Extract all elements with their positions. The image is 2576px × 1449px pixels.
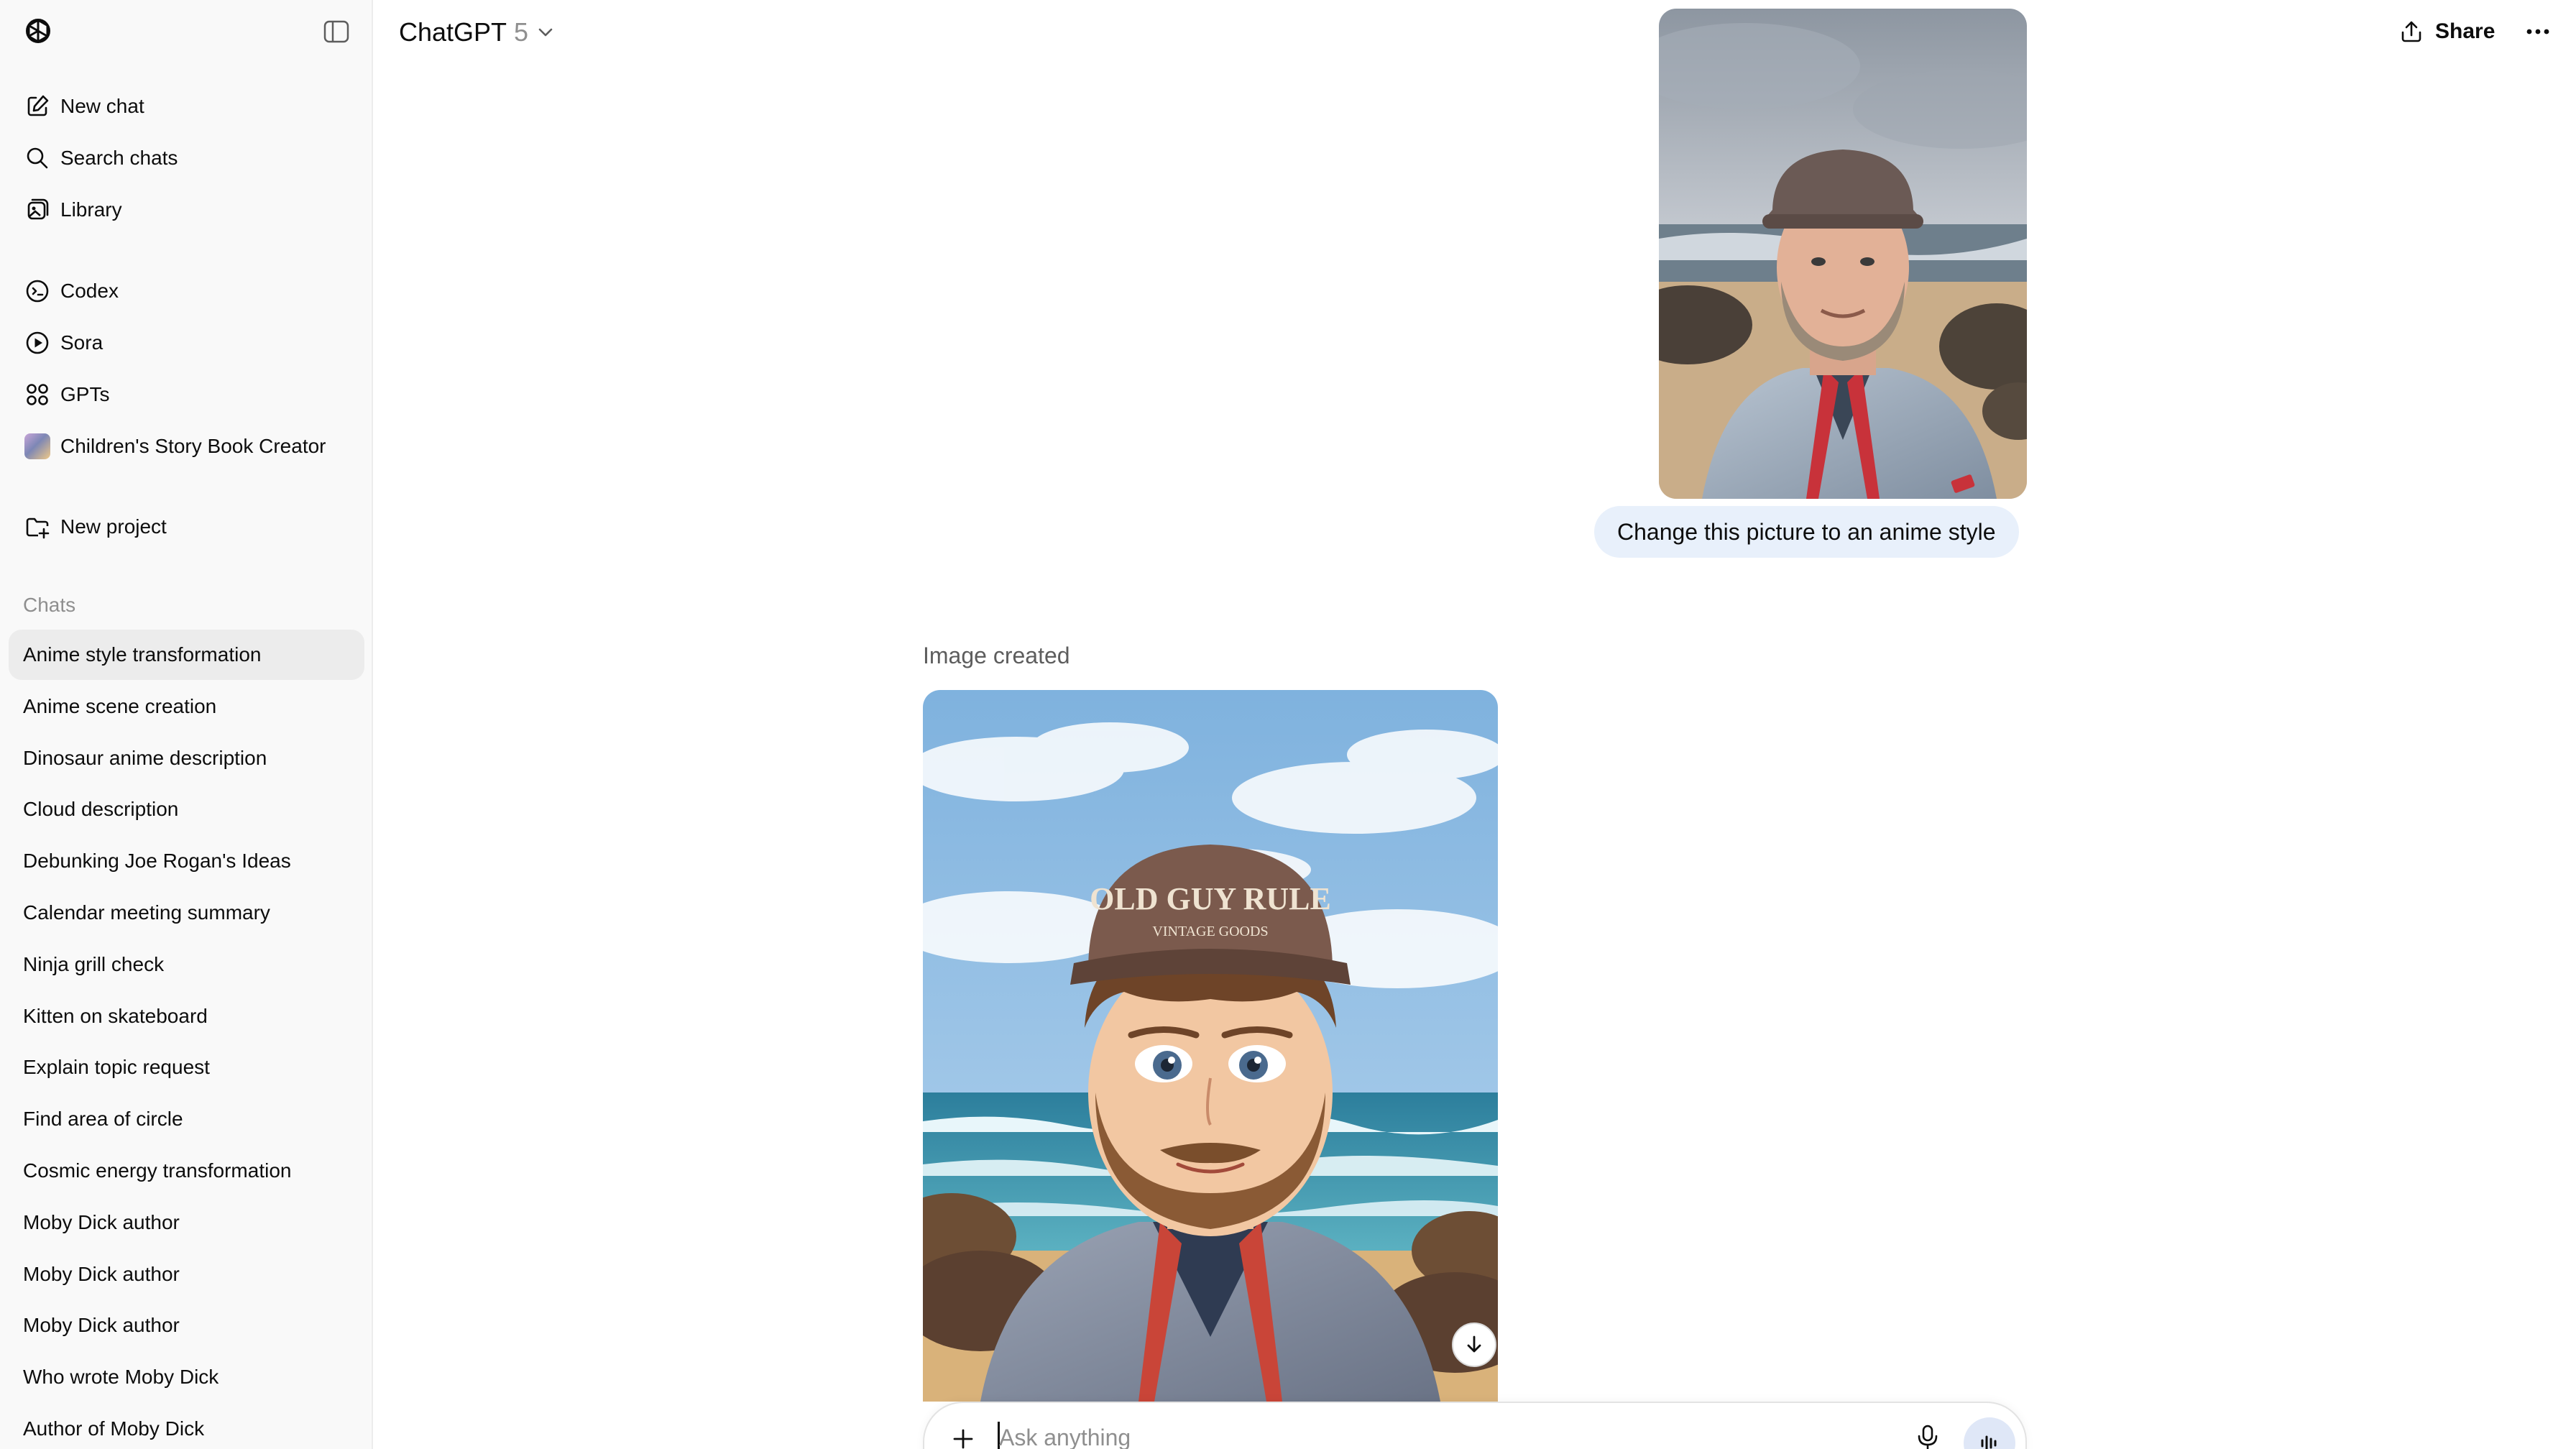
chat-history-item[interactable]: Author of Moby Dick bbox=[9, 1404, 364, 1449]
arrow-down-icon bbox=[1467, 1335, 1481, 1353]
sora-button[interactable]: Sora bbox=[9, 318, 364, 368]
generated-anime-image[interactable]: OLD GUY RULE VINTAGE GOODS bbox=[923, 690, 1498, 1402]
more-options-icon[interactable] bbox=[2521, 17, 2554, 46]
library-icon bbox=[23, 196, 52, 224]
voice-mode-button[interactable] bbox=[1964, 1417, 2015, 1449]
search-chats-button[interactable]: Search chats bbox=[9, 133, 364, 183]
chat-history-item[interactable]: Find area of circle bbox=[9, 1094, 364, 1144]
sidebar-toggle-icon[interactable] bbox=[323, 20, 349, 43]
codex-icon bbox=[23, 277, 52, 305]
share-button[interactable]: Share bbox=[2399, 14, 2495, 49]
nav-label: Children's Story Book Creator bbox=[60, 435, 326, 457]
nav-label: Search chats bbox=[60, 147, 178, 169]
chat-history-item[interactable]: Moby Dick author bbox=[9, 1197, 364, 1248]
chat-history-item[interactable]: Moby Dick author bbox=[9, 1300, 364, 1351]
cap-text-line2: VINTAGE GOODS bbox=[1152, 924, 1268, 939]
user-uploaded-photo[interactable] bbox=[1659, 9, 2027, 499]
ask-anything-input[interactable] bbox=[999, 1419, 1862, 1449]
search-icon bbox=[23, 144, 52, 172]
chat-history-item[interactable]: Anime style transformation bbox=[9, 630, 364, 680]
plus-icon[interactable] bbox=[950, 1426, 976, 1449]
chat-history-item[interactable]: Calendar meeting summary bbox=[9, 888, 364, 938]
codex-button[interactable]: Codex bbox=[9, 266, 364, 316]
folder-plus-icon bbox=[23, 512, 52, 541]
chat-history-item[interactable]: Anime scene creation bbox=[9, 681, 364, 732]
chat-history-item[interactable]: Kitten on skateboard bbox=[9, 991, 364, 1041]
chat-history-item[interactable]: Debunking Joe Rogan's Ideas bbox=[9, 836, 364, 886]
cap-text-line1: OLD GUY RULE bbox=[1090, 881, 1331, 916]
gpts-icon bbox=[23, 380, 52, 409]
composer bbox=[923, 1402, 2027, 1449]
download-image-button[interactable] bbox=[1452, 1322, 1496, 1367]
chat-history-item[interactable]: Cosmic energy transformation bbox=[9, 1146, 364, 1196]
nav-label: GPTs bbox=[60, 383, 110, 405]
nav-label: Library bbox=[60, 198, 122, 221]
gpts-button[interactable]: GPTs bbox=[9, 369, 364, 420]
image-created-label: Image created bbox=[923, 643, 1070, 668]
nav-label: Sora bbox=[60, 331, 104, 354]
new-chat-button[interactable]: New chat bbox=[9, 81, 364, 132]
chat-history-item[interactable]: Who wrote Moby Dick bbox=[9, 1352, 364, 1402]
nav-label: New project bbox=[60, 515, 167, 538]
model-selector[interactable]: ChatGPT 5 bbox=[399, 16, 556, 49]
share-icon bbox=[2401, 21, 2421, 42]
chat-history-item[interactable]: Explain topic request bbox=[9, 1042, 364, 1092]
microphone-icon[interactable] bbox=[1913, 1423, 1942, 1449]
gpt-avatar bbox=[24, 433, 50, 459]
chat-history-item[interactable]: Dinosaur anime description bbox=[9, 733, 364, 783]
sora-icon bbox=[23, 328, 52, 357]
model-version: 5 bbox=[514, 17, 529, 47]
openai-logo-icon[interactable] bbox=[22, 16, 55, 49]
model-name: ChatGPT bbox=[399, 17, 507, 47]
new-project-button[interactable]: New project bbox=[9, 502, 364, 552]
chat-history-item[interactable]: Moby Dick author bbox=[9, 1249, 364, 1300]
nav-label: Codex bbox=[60, 280, 119, 302]
gpt-childrens-story-book-creator[interactable]: Children's Story Book Creator bbox=[9, 421, 364, 472]
share-label: Share bbox=[2435, 19, 2496, 43]
chats-section-label: Chats bbox=[23, 594, 76, 616]
user-message-bubble: Change this picture to an anime style bbox=[1594, 506, 2019, 558]
chat-history-item[interactable]: Ninja grill check bbox=[9, 939, 364, 990]
chevron-down-icon bbox=[538, 28, 553, 37]
library-button[interactable]: Library bbox=[9, 185, 364, 235]
chat-history-item[interactable]: Cloud description bbox=[9, 784, 364, 834]
nav-label: New chat bbox=[60, 95, 144, 117]
voice-waveform-icon bbox=[1981, 1435, 1997, 1449]
edit-icon bbox=[23, 92, 52, 121]
sidebar: New chat Search chats Library Codex Sora… bbox=[0, 0, 373, 1449]
